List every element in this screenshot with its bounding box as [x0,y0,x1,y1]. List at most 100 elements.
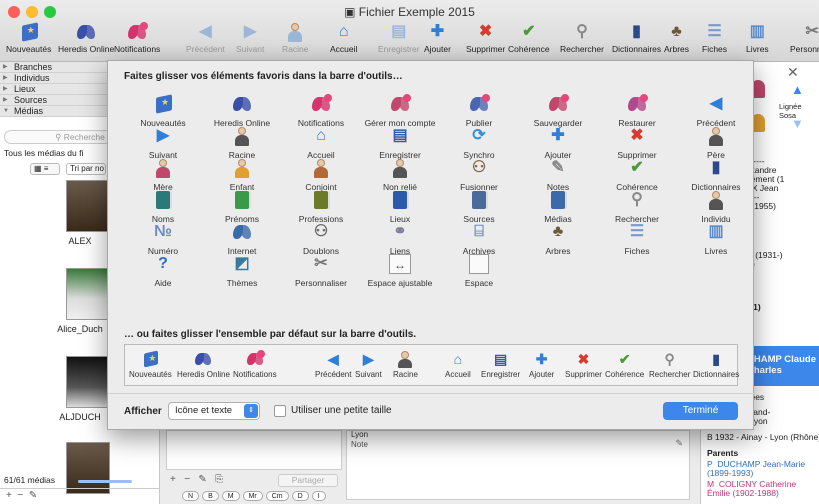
toolbar-item-17[interactable]: ✂ Personnalis [790,22,819,60]
palette-item[interactable]: Enfant [203,158,281,192]
view-grid-button[interactable]: ▦ ≡ [30,163,60,175]
note-label: Note [351,440,368,449]
tools-icon[interactable]: ✕ [787,64,799,81]
media-thumbnail[interactable] [66,180,110,232]
share-button[interactable]: Partager [278,474,338,487]
filter-pill[interactable]: N [182,491,200,501]
arrow-down-icon[interactable]: ▼ [791,116,804,131]
display-mode-select[interactable]: Icône et texte ⇕ [168,402,260,420]
done-button[interactable]: Terminé [663,402,738,420]
palette-item[interactable]: ▶ Suivant [124,126,202,160]
arrow-up-icon[interactable]: ▲ [791,82,804,97]
toolbar-item-9[interactable]: ✚ Ajouter [424,22,451,60]
toolbar-item-16[interactable]: ▥ Livres [746,22,769,60]
toolbar-item-5[interactable]: ▶ Suivant [236,22,264,60]
filter-pill[interactable]: B [202,491,219,501]
palette-item[interactable]: ✚ Ajouter [519,126,597,160]
palette-item[interactable]: Non relié [361,158,439,192]
root-person-icon [284,22,306,42]
filter-pill[interactable]: M [221,491,240,501]
add-icon[interactable]: + [6,490,12,501]
media-thumbnail[interactable] [66,356,110,408]
palette-item[interactable]: Heredis Online [203,94,281,128]
remove-icon[interactable]: − [184,474,190,485]
palette-item[interactable]: ⚭ Liens [361,222,439,256]
palette-item[interactable]: ◩ Thèmes [203,254,281,288]
palette-item[interactable]: ▥ Livres [677,222,755,256]
palette-item[interactable]: Père [677,126,755,160]
toolbar-item-10[interactable]: ✖ Supprimer [466,22,505,60]
palette-item[interactable]: № Numéro [124,222,202,256]
palette-item[interactable]: ⚲ Rechercher [598,190,676,224]
palette-item[interactable]: ⚇ Doublons [282,222,360,256]
palette-item[interactable]: Médias [519,190,597,224]
filter-pill[interactable]: I [311,491,326,501]
palette-item[interactable]: Espace [440,254,518,288]
toolbar-item-12[interactable]: ⚲ Rechercher [560,22,604,60]
default-set-strip[interactable]: ★ Nouveautés Heredis Online Notifications ◀ P… [124,344,739,386]
palette-item[interactable]: ▮ Dictionnaires [677,158,755,192]
palette-item[interactable]: ? Aide [124,254,202,288]
palette-item[interactable]: ⟳ Synchro [440,126,518,160]
toolbar-item-8[interactable]: ▤ Enregistrer [378,22,420,60]
toolbar-item-15[interactable]: ☰ Fiches [702,22,727,60]
attachment-icon[interactable]: ⎘ [215,474,223,485]
toolbar-item-2[interactable]: Heredis Online [58,22,114,60]
media-thumbnail[interactable] [66,268,110,320]
palette-item-label: Livres [704,246,728,256]
add-icon[interactable]: + [170,474,176,485]
palette-item[interactable]: ⚇ Fusionner [440,158,518,192]
palette-item[interactable]: ✔ Cohérence [598,158,676,192]
palette-item[interactable]: ⌸ Archives [440,222,518,256]
palette-item[interactable]: Racine [203,126,281,160]
palette-item[interactable]: Professions [282,190,360,224]
small-size-checkbox[interactable] [274,405,286,417]
palette-item[interactable]: ★ Nouveautés [124,94,202,128]
toolbar-item-3[interactable]: Notifications [114,22,160,60]
filter-pill[interactable]: Mr [242,491,263,501]
palette-item[interactable]: Conjoint [282,158,360,192]
thumb-size-slider[interactable] [78,480,132,483]
palette-item[interactable]: ◀ Précédent [677,94,755,128]
palette-item[interactable]: Publier [440,94,518,128]
media-filter[interactable]: Tous les médias du fi [4,148,83,158]
edit-note-icon[interactable]: ✎ [675,438,683,449]
palette-item[interactable]: Lieux [361,190,439,224]
toolbar-item-label: Rechercher [560,44,604,54]
palette-item[interactable]: ✎ Notes [519,158,597,192]
palette-item[interactable]: ▤ Enregistrer [361,126,439,160]
palette-item[interactable]: Sources [440,190,518,224]
parent-link[interactable]: M COLIGNY Catherine Émilie (1902-1988) [707,480,819,498]
edit-icon[interactable]: ✎ [29,490,37,501]
palette-item[interactable]: Sauvegarder [519,94,597,128]
palette-item[interactable]: ✖ Supprimer [598,126,676,160]
palette-item[interactable]: ⌂ Accueil [282,126,360,160]
toolbar-item-7[interactable]: ⌂ Accueil [330,22,357,60]
toolbar-item-4[interactable]: ◀ Précédent [186,22,225,60]
palette-item[interactable]: Noms [124,190,202,224]
parent-link[interactable]: P DUCHAMP Jean-Marie (1899-1993) [707,460,819,478]
sort-select[interactable]: Tri par no [66,163,106,175]
palette-item[interactable]: Prénoms [203,190,281,224]
toolbar-item-1[interactable]: ★ Nouveautés [6,22,51,60]
filter-pill[interactable]: D [291,491,309,501]
media-thumbnail[interactable] [66,442,110,494]
palette-item[interactable]: ↔ Espace ajustable [361,254,439,288]
toolbar-item-11[interactable]: ✔ Cohérence [508,22,550,60]
palette-item[interactable]: Mère [124,158,202,192]
edit-icon[interactable]: ✎ [198,474,206,485]
delete-x-icon: ✖ [577,351,590,367]
toolbar-item-6[interactable]: Racine [282,22,308,60]
palette-item[interactable]: Notifications [282,94,360,128]
remove-icon[interactable]: − [17,490,23,501]
toolbar-item-14[interactable]: ♣ Arbres [664,22,689,60]
palette-item[interactable]: ☰ Fiches [598,222,676,256]
filter-pill[interactable]: Cm [265,491,289,501]
palette-item[interactable]: Individu [677,190,755,224]
palette-item[interactable]: Internet [203,222,281,256]
toolbar-item-13[interactable]: ▮ Dictionnaires [612,22,661,60]
palette-item[interactable]: Restaurer [598,94,676,128]
palette-item[interactable]: ♣ Arbres [519,222,597,256]
palette-item[interactable]: ✂ Personnaliser [282,254,360,288]
palette-item[interactable]: Gérer mon compte [361,94,439,128]
